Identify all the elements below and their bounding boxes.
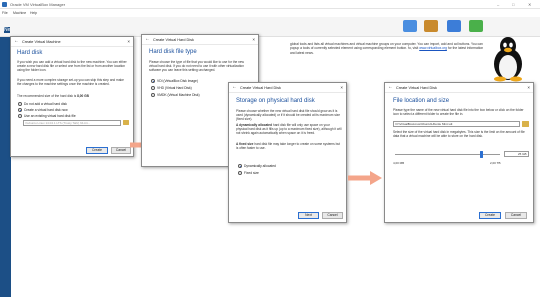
dynamic-desc: A dynamically allocated hard disk file w… [236,123,342,136]
location-desc: Please type the name of the new virtual … [393,108,524,117]
radio-vhd[interactable]: VHD (Virtual Hard Disk) [151,86,192,90]
main-toolbar: Ne [0,17,540,37]
settings-icon[interactable] [424,20,438,32]
more-text: If you need a more complex storage set-u… [17,78,124,87]
dialog-title: Create Virtual Machine [22,39,61,44]
welcome-text: global tools and lists all virtual machi… [290,42,484,55]
radio-selected-icon [151,79,155,83]
radio-dynamic[interactable]: Dynamically allocated [238,164,276,168]
dialog-titlebar: ← Create Virtual Machine × [11,37,133,47]
existing-disk-select[interactable]: Kubuntu Linux 14.04.1 LTS (Trusty Tahr) … [23,120,121,126]
radio-existing-disk[interactable]: Use an existing virtual hard disk file [18,114,76,118]
storage-desc: Please choose whether the new virtual ha… [236,109,340,122]
new-vm-icon[interactable] [447,20,461,32]
recommended-size: 8,00 GB [77,94,89,98]
radio-vdi[interactable]: VDI (VirtualBox Disk Image) [151,79,198,83]
min-size-label: 4,00 MB [393,161,405,165]
radio-icon [151,86,155,90]
menu-machine[interactable]: Machine [13,11,26,15]
radio-icon [18,102,22,106]
tux-penguin-icon [488,36,528,82]
radio-icon [151,93,155,97]
file-type-desc: Please choose the type of file that you … [149,60,244,73]
dialog-heading: Hard disk [17,50,43,56]
maximize-button[interactable]: □ [512,2,514,7]
dialog-heading: File location and size [393,98,450,104]
file-location-dialog: ← Create Virtual Hard Disk × File locati… [384,82,534,223]
back-arrow-icon[interactable]: ← [232,84,237,90]
virtualbox-link[interactable]: www.virtualbox.org [419,46,447,50]
next-button[interactable]: Next [298,212,319,219]
cancel-button[interactable]: Cancel [322,212,343,219]
dialog-titlebar: ← Create Virtual Hard Disk × [142,35,258,45]
radio-vmdk[interactable]: VMDK (Virtual Machine Disk) [151,93,200,97]
toolbar-hint: Ne [4,27,11,33]
size-slider-thumb[interactable] [479,151,483,158]
radio-create-disk[interactable]: Create a virtual hard disk now [18,108,68,112]
radio-selected-icon [238,164,242,168]
main-titlebar: Oracle VM VirtualBox Manager – □ ✕ [0,0,540,9]
close-button[interactable]: ✕ [528,2,531,7]
minimize-button[interactable]: – [497,2,499,7]
dialog-heading: Storage on physical hard disk [236,98,315,104]
flow-arrow-icon [348,171,382,185]
close-icon[interactable]: × [127,39,130,44]
radio-no-disk[interactable]: Do not add a virtual hard disk [18,102,67,106]
recommended-text: The recommended size of the hard disk is… [17,94,89,98]
storage-dialog: ← Create Virtual Hard Disk × Storage on … [228,82,347,223]
folder-icon[interactable] [522,121,529,127]
size-value-input[interactable]: 25 GB [504,151,529,157]
max-size-label: 2,00 TB [490,161,501,165]
menu-help[interactable]: Help [30,11,37,15]
create-vm-dialog: ← Create Virtual Machine × Hard disk If … [10,36,134,157]
create-button[interactable]: Create [86,147,108,154]
add-vm-icon[interactable] [469,20,483,32]
folder-icon[interactable] [123,120,129,125]
size-desc: Select the size of the virtual hard disk… [393,130,525,139]
cancel-button[interactable]: Cancel [111,147,131,154]
file-path-input[interactable]: D:\VirtualBoxLinux\Ubuntu\Ubuntu Mint.vd… [393,121,520,127]
back-arrow-icon[interactable]: ← [145,36,150,42]
radio-selected-icon [18,108,22,112]
dialog-titlebar: ← Create Virtual Hard Disk × [385,83,533,93]
menu-file[interactable]: File [2,11,8,15]
back-arrow-icon[interactable]: ← [14,38,19,44]
size-slider-track[interactable] [395,154,500,156]
close-icon[interactable]: × [252,37,255,42]
intro-text: If you wish you can add a virtual hard d… [17,60,127,73]
dialog-titlebar: ← Create Virtual Hard Disk × [229,83,346,93]
import-icon[interactable] [403,20,417,32]
radio-fixed[interactable]: Fixed size [238,171,259,175]
dialog-heading: Hard disk file type [149,49,197,55]
fixed-desc: A fixed size hard disk file may take lon… [236,142,341,151]
cancel-button[interactable]: Cancel [505,212,527,219]
virtualbox-logo-icon [2,1,7,7]
dialog-title: Create Virtual Hard Disk [240,85,281,90]
close-icon[interactable]: × [527,85,530,90]
close-icon[interactable]: × [340,85,343,90]
create-button[interactable]: Create [479,212,501,219]
dialog-title: Create Virtual Hard Disk [153,37,194,42]
radio-icon [18,114,22,118]
radio-icon [238,171,242,175]
menubar: File Machine Help [0,9,540,17]
back-arrow-icon[interactable]: ← [388,84,393,90]
dialog-title: Create Virtual Hard Disk [396,85,437,90]
window-title: Oracle VM VirtualBox Manager [10,2,66,7]
